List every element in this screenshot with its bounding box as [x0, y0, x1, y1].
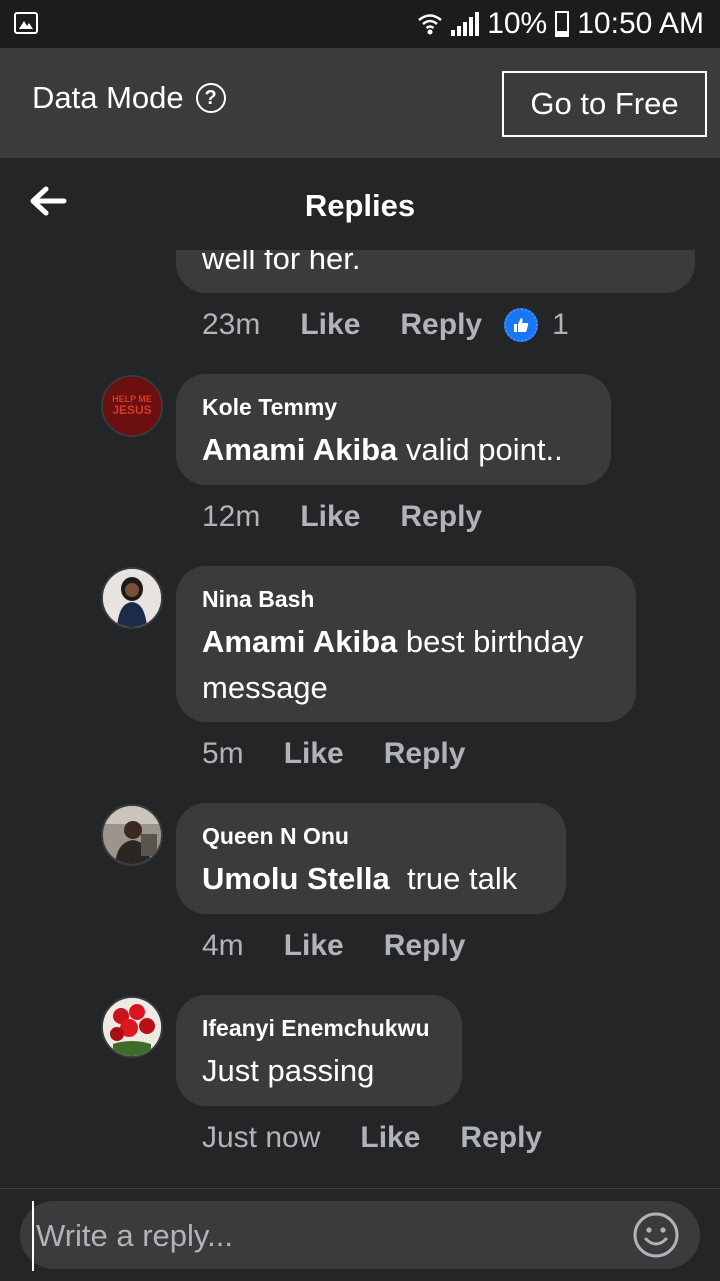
- status-bar: 10% 10:50 AM: [0, 0, 720, 48]
- reply-bubble[interactable]: Kole Temmy Amami Akiba valid point..: [176, 374, 611, 485]
- reply-text: Amami Akiba valid point..: [202, 427, 585, 473]
- reply-time: Just now: [202, 1121, 321, 1154]
- reply-author[interactable]: Kole Temmy: [202, 394, 585, 421]
- avatar[interactable]: [101, 996, 163, 1058]
- gallery-icon: [14, 12, 38, 34]
- reply-time: 12m: [202, 500, 261, 533]
- like-button[interactable]: Like: [300, 500, 360, 534]
- reply-input-container[interactable]: [20, 1201, 700, 1271]
- help-icon[interactable]: ?: [195, 83, 226, 113]
- battery-icon: [555, 11, 570, 37]
- reply-meta: 12m Like Reply: [202, 500, 522, 534]
- reply-mention[interactable]: Amami Akiba: [202, 432, 397, 467]
- like-button[interactable]: Like: [360, 1121, 420, 1155]
- avatar[interactable]: [101, 567, 163, 629]
- data-mode-bar: Data Mode ? Go to Free: [0, 48, 720, 158]
- reply-button[interactable]: Reply: [400, 308, 482, 342]
- data-mode-label-group: Data Mode ?: [32, 80, 226, 116]
- reply-input[interactable]: [32, 1201, 618, 1271]
- reply-body: valid point..: [397, 432, 563, 467]
- reply-bubble[interactable]: Queen N Onu Umolu Stella true talk: [176, 803, 566, 914]
- reply-text: Umolu Stella true talk: [202, 856, 540, 902]
- reply-time: 4m: [202, 929, 244, 962]
- reply-button[interactable]: Reply: [400, 500, 482, 534]
- partial-comment-meta: 23m Like Reply 1: [202, 308, 569, 342]
- reply-body: Just passing: [202, 1053, 375, 1088]
- reply-mention[interactable]: Amami Akiba: [202, 624, 397, 659]
- comment-time: 23m: [202, 308, 261, 341]
- like-button[interactable]: Like: [284, 737, 344, 771]
- reply-mention[interactable]: Umolu Stella: [202, 861, 390, 896]
- reply-meta: 4m Like Reply: [202, 929, 505, 963]
- reply-body: true talk: [389, 861, 518, 896]
- avatar-image: HELP ME JESUS: [103, 377, 161, 435]
- like-button[interactable]: Like: [284, 929, 344, 963]
- reply-meta: Just now Like Reply: [202, 1121, 582, 1155]
- reply-button[interactable]: Reply: [384, 929, 466, 963]
- reply-author[interactable]: Queen N Onu: [202, 823, 540, 850]
- signal-icon: [451, 12, 480, 36]
- clock: 10:50 AM: [577, 7, 704, 40]
- reaction-count: 1: [552, 308, 569, 341]
- reply-meta: 5m Like Reply: [202, 737, 505, 771]
- avatar-image: [103, 998, 161, 1056]
- like-button[interactable]: Like: [300, 308, 360, 342]
- reply-text: Amami Akiba best birthday message: [202, 619, 610, 711]
- reply-time: 5m: [202, 737, 244, 770]
- wifi-icon: [418, 14, 442, 35]
- reply-button[interactable]: Reply: [384, 737, 466, 771]
- go-to-free-button[interactable]: Go to Free: [502, 71, 707, 137]
- reply-bubble[interactable]: Nina Bash Amami Akiba best birthday mess…: [176, 566, 636, 722]
- reply-author[interactable]: Ifeanyi Enemchukwu: [202, 1015, 436, 1042]
- avatar-image: [103, 806, 161, 864]
- replies-header: Replies: [0, 158, 720, 250]
- avatar-image: [103, 569, 161, 627]
- reply-composer: [0, 1188, 720, 1281]
- svg-text:JESUS: JESUS: [112, 403, 151, 417]
- reply-button[interactable]: Reply: [460, 1121, 542, 1155]
- data-mode-label: Data Mode: [32, 80, 184, 115]
- reply-text: Just passing: [202, 1048, 436, 1094]
- page-title: Replies: [304, 188, 416, 223]
- reply-author[interactable]: Nina Bash: [202, 586, 610, 613]
- reply-bubble[interactable]: Ifeanyi Enemchukwu Just passing: [176, 995, 462, 1106]
- status-right: 10% 10:50 AM: [417, 6, 704, 42]
- emoji-icon[interactable]: [632, 1211, 680, 1259]
- avatar[interactable]: [101, 804, 163, 866]
- battery-percent: 10%: [487, 7, 548, 40]
- avatar[interactable]: HELP ME JESUS: [101, 375, 163, 437]
- like-reaction-icon[interactable]: [504, 308, 539, 342]
